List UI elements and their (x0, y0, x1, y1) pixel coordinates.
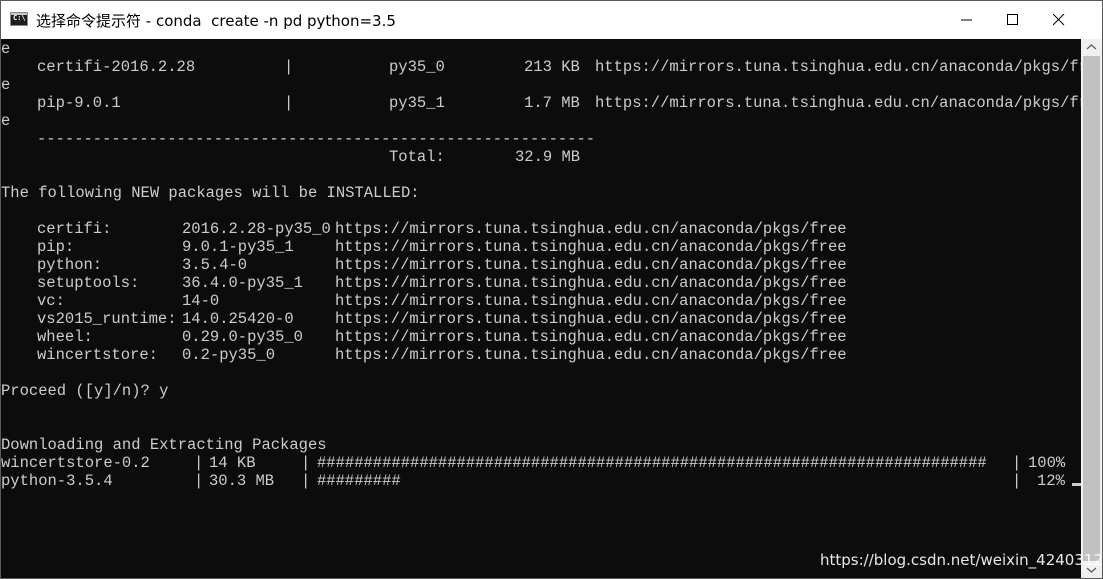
install-package-version: 3.5.4-0 (182, 256, 248, 274)
column-separator: | (301, 454, 311, 472)
scroll-up-button[interactable] (1081, 39, 1102, 56)
column-separator: | (1012, 454, 1022, 472)
cmd-icon[interactable]: C:\ (10, 12, 28, 26)
package-size: 213 KB (524, 58, 580, 76)
column-separator: | (301, 472, 311, 490)
progress-row: python-3.5.4 | 30.3 MB | ######### | 12% (1, 472, 1081, 490)
total-row: Total: 32.9 MB (1, 148, 1081, 166)
progress-package-size: 14 KB (209, 454, 256, 472)
install-package-url: https://mirrors.tuna.tsinghua.edu.cn/ana… (335, 310, 847, 328)
install-package-name: vs2015_runtime: (37, 310, 177, 328)
column-separator: | (284, 94, 294, 112)
package-url: https://mirrors.tuna.tsinghua.edu.cn/ana… (595, 94, 1081, 112)
download-row: certifi-2016.2.28 | py35_0 213 KB https:… (1, 58, 1081, 76)
install-package-name: setuptools: (37, 274, 140, 292)
maximize-icon (1007, 14, 1018, 25)
chevron-up-icon (1086, 44, 1097, 50)
install-row: setuptools: 36.4.0-py35_1 https://mirror… (1, 274, 1081, 292)
progress-header: Downloading and Extracting Packages (1, 436, 327, 454)
maximize-button[interactable] (990, 1, 1036, 39)
install-package-version: 9.0.1-py35_1 (182, 238, 294, 256)
progress-percent: 12% (1037, 472, 1065, 490)
vertical-scrollbar[interactable] (1081, 39, 1102, 578)
install-package-url: https://mirrors.tuna.tsinghua.edu.cn/ana… (335, 274, 847, 292)
install-package-version: 36.4.0-py35_1 (182, 274, 303, 292)
install-package-url: https://mirrors.tuna.tsinghua.edu.cn/ana… (335, 220, 847, 238)
install-package-url: https://mirrors.tuna.tsinghua.edu.cn/ana… (335, 328, 847, 346)
column-separator: | (194, 454, 204, 472)
divider-line: ----------------------------------------… (37, 130, 596, 148)
install-package-name: vc: (37, 292, 65, 310)
install-package-version: 2016.2.28-py35_0 (182, 220, 331, 238)
install-package-url: https://mirrors.tuna.tsinghua.edu.cn/ana… (335, 238, 847, 256)
column-separator: | (194, 472, 204, 490)
install-package-url: https://mirrors.tuna.tsinghua.edu.cn/ana… (335, 256, 847, 274)
install-package-version: 0.2-py35_0 (182, 346, 276, 364)
progress-percent: 100% (1028, 454, 1066, 472)
column-separator: | (1012, 472, 1022, 490)
text-cursor (1072, 483, 1081, 486)
close-icon (1053, 14, 1065, 26)
close-button[interactable] (1036, 1, 1082, 39)
install-row: vc: 14-0 https://mirrors.tuna.tsinghua.e… (1, 292, 1081, 310)
install-package-name: certifi: (37, 220, 112, 238)
install-package-name: wheel: (37, 328, 93, 346)
total-label: Total: (389, 148, 445, 166)
minimize-icon (961, 19, 972, 21)
progress-bar: ########################################… (317, 454, 987, 472)
install-package-name: pip: (37, 238, 75, 256)
install-row: pip: 9.0.1-py35_1 https://mirrors.tuna.t… (1, 238, 1081, 256)
package-size: 1.7 MB (524, 94, 580, 112)
install-package-version: 14.0.25420-0 (182, 310, 294, 328)
install-row: vs2015_runtime: 14.0.25420-0 https://mir… (1, 310, 1081, 328)
install-package-url: https://mirrors.tuna.tsinghua.edu.cn/ana… (335, 292, 847, 310)
download-row: pip-9.0.1 | py35_1 1.7 MB https://mirror… (1, 94, 1081, 112)
install-package-url: https://mirrors.tuna.tsinghua.edu.cn/ana… (335, 346, 847, 364)
minimize-button[interactable] (944, 1, 990, 39)
install-row: certifi: 2016.2.28-py35_0 https://mirror… (1, 220, 1081, 238)
package-build: py35_1 (389, 94, 445, 112)
package-build: py35_0 (389, 58, 445, 76)
proceed-prompt: Proceed ([y]/n)? y (1, 382, 169, 400)
progress-package-name: python-3.5.4 (1, 472, 113, 490)
column-separator: | (284, 58, 294, 76)
console-output[interactable]: e e e certifi-2016.2.28 | py35_0 213 KB … (1, 39, 1081, 578)
package-name: certifi-2016.2.28 (37, 58, 196, 76)
install-package-name: python: (37, 256, 103, 274)
wrapped-text: e (1, 40, 11, 58)
install-package-version: 0.29.0-py35_0 (182, 328, 303, 346)
install-row: python: 3.5.4-0 https://mirrors.tuna.tsi… (1, 256, 1081, 274)
scrollbar-thumb[interactable] (1083, 56, 1100, 561)
progress-bar: ######### (317, 472, 401, 490)
total-value: 32.9 MB (515, 148, 581, 166)
install-row: wincertstore: 0.2-py35_0 https://mirrors… (1, 346, 1081, 364)
package-name: pip-9.0.1 (37, 94, 121, 112)
title-bar[interactable]: C:\ 选择命令提示符 - conda create -n pd python=… (1, 1, 1102, 39)
cmd-icon-glyph: C:\ (13, 14, 26, 22)
install-package-name: wincertstore: (37, 346, 158, 364)
window-title: 选择命令提示符 - conda create -n pd python=3.5 (36, 12, 396, 30)
install-package-version: 14-0 (182, 292, 220, 310)
progress-package-name: wincertstore-0.2 (1, 454, 150, 472)
package-url: https://mirrors.tuna.tsinghua.edu.cn/ana… (595, 58, 1081, 76)
install-row: wheel: 0.29.0-py35_0 https://mirrors.tun… (1, 328, 1081, 346)
console-window: C:\ 选择命令提示符 - conda create -n pd python=… (0, 0, 1103, 579)
progress-package-size: 30.3 MB (209, 472, 275, 490)
progress-row: wincertstore-0.2 | 14 KB | #############… (1, 454, 1081, 472)
install-header: The following NEW packages will be INSTA… (1, 184, 420, 202)
watermark-text: https://blog.csdn.net/weixin_4240312 (820, 551, 1103, 569)
